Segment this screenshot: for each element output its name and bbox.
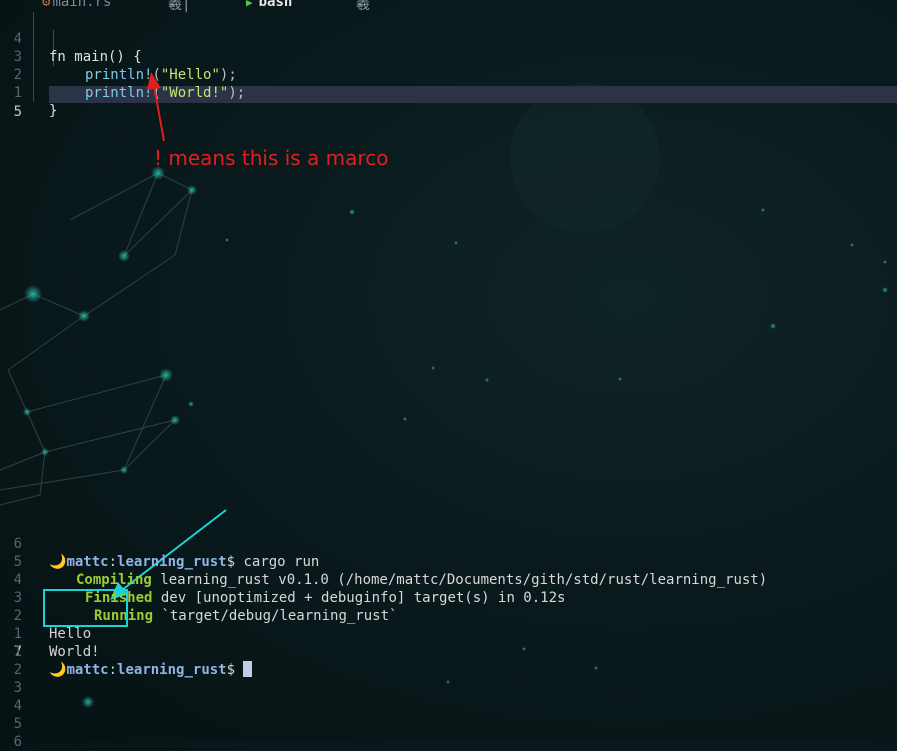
terminal-line: 6 🌙mattc:learning_rust$ cargo run	[0, 517, 897, 570]
tab-main-rs[interactable]: ⚙ main.rs	[42, 0, 111, 10]
terminal-line: 6	[0, 733, 897, 751]
code-line[interactable]: 2 println!("World!");	[0, 48, 897, 101]
annotation-text: ! means this is a marco	[154, 146, 389, 170]
terminal-line: 2 Hello	[0, 589, 897, 642]
terminal-line-current[interactable]: 7 🌙mattc:learning_rust$	[0, 625, 897, 678]
line-number: 6	[13, 734, 22, 750]
code-line-current[interactable]: 5	[0, 85, 897, 120]
code-line[interactable]: 4 fn main() {	[0, 12, 897, 65]
code-text: }	[49, 102, 57, 120]
line-number: 4	[13, 698, 22, 714]
line-number: 5	[13, 716, 22, 732]
code-token: }	[49, 103, 58, 119]
tab-label: bash	[258, 0, 293, 10]
rust-file-icon: ⚙	[42, 0, 51, 10]
terminal-line: 3 Running `target/debug/learning_rust`	[0, 571, 897, 624]
terminal-line: 4	[0, 697, 897, 715]
terminal-line: 1	[0, 643, 897, 661]
terminal-line: 2	[0, 661, 897, 679]
tab-label: main.rs	[52, 0, 112, 10]
tab-bar: ⚙ main.rs 羲| ▶ bash 羲	[0, 0, 897, 13]
line-number: 2	[13, 662, 22, 678]
terminal-line: 1 World!	[0, 607, 897, 660]
tab-bash[interactable]: ▶ bash	[246, 0, 292, 10]
terminal-line: 5	[0, 715, 897, 733]
line-number: 1	[13, 644, 22, 660]
terminal-line: 3	[0, 679, 897, 697]
line-number: 5	[13, 104, 22, 120]
code-line[interactable]: 3 println!("Hello");	[0, 30, 897, 83]
output-highlight-box	[43, 589, 128, 627]
terminal-line: 4 Finished dev [unoptimized + debuginfo]…	[0, 553, 897, 606]
terminal-icon: ▶	[246, 0, 253, 9]
line-number: 3	[13, 680, 22, 696]
terminal-line: 5 Compiling learning_rust v0.1.0 (/home/…	[0, 535, 897, 588]
code-line[interactable]: 1 }	[0, 66, 897, 119]
